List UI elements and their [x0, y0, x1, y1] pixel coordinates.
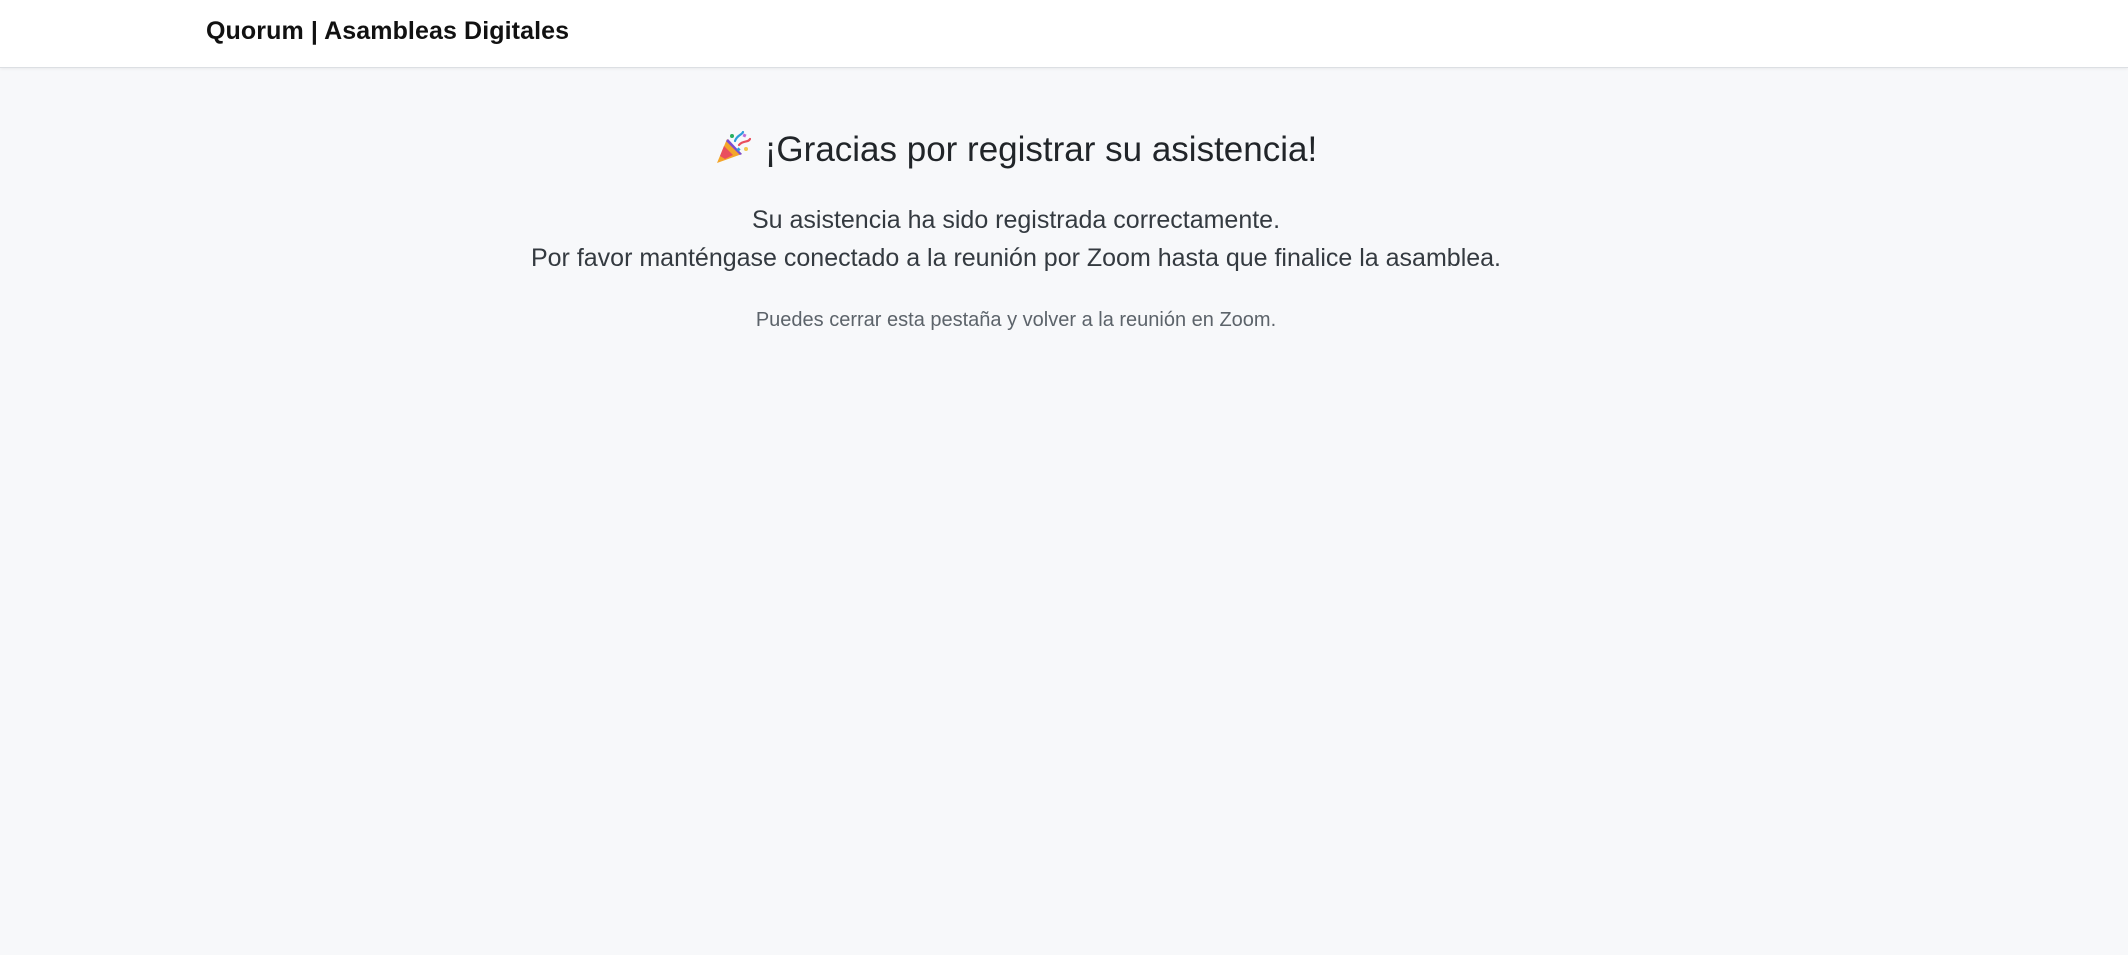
top-navbar: Quorum | Asambleas Digitales: [0, 0, 2128, 68]
close-tab-note: Puedes cerrar esta pestaña y volver a la…: [755, 309, 1277, 331]
stay-connected-message: Por favor manténgase conectado a la reun…: [530, 244, 1502, 272]
main-content: ¡Gracias por registrar su asistencia! Su…: [0, 68, 2128, 955]
confirmation-title-text: ¡Gracias por registrar su asistencia!: [764, 130, 1318, 169]
confirmation-title: ¡Gracias por registrar su asistencia!: [0, 128, 2032, 172]
party-popper-icon: [715, 131, 751, 165]
registration-success-message: Su asistencia ha sido registrada correct…: [751, 206, 1281, 234]
brand-link[interactable]: Quorum | Asambleas Digitales: [206, 17, 569, 46]
